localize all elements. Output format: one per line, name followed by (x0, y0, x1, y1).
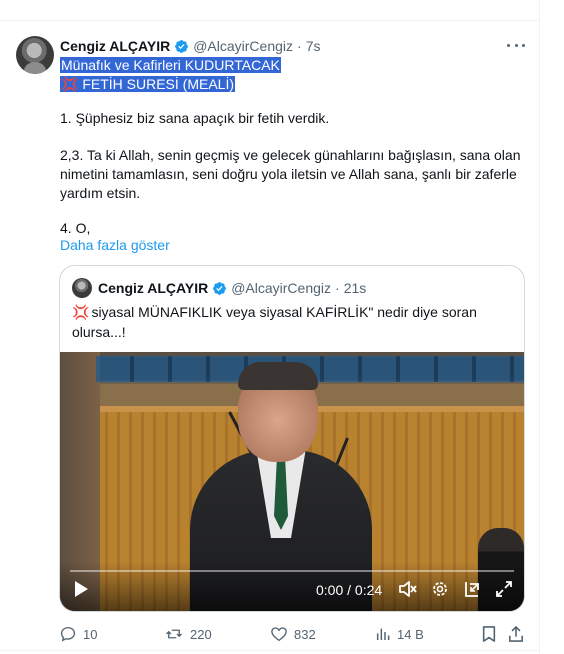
tweet-header: Cengiz ALÇAYIR @AlcayirCengiz · 7s (60, 37, 320, 55)
post-text-line: 2,3. Ta ki Allah, senin geçmiş ve gelece… (60, 147, 521, 163)
post-text-line: 1. Şüphesiz biz sana apaçık bir fetih ve… (60, 110, 330, 126)
more-options-icon[interactable] (507, 38, 525, 52)
show-more-link[interactable]: Daha fazla göster (60, 236, 170, 255)
video-time-display: 0:00 / 0:24 (316, 582, 383, 598)
settings-gear-icon[interactable] (429, 579, 451, 599)
share-button[interactable] (508, 624, 530, 644)
view-count: 14 B (397, 626, 424, 642)
anger-symbol-icon: 💢 (61, 76, 79, 92)
quoted-timestamp[interactable]: 21s (344, 280, 367, 296)
post-text-line: Münafık ve Kafirleri KUDURTACAK (60, 56, 281, 75)
share-icon (508, 626, 524, 642)
like-button[interactable]: 832 (270, 624, 316, 644)
video-player[interactable]: 0:00 / 0:24 (60, 352, 524, 611)
selected-text-part: FETİH SURESİ (MEALİ) (82, 76, 235, 92)
analytics-icon (376, 628, 390, 640)
bookmark-button[interactable] (481, 624, 503, 644)
separator-dot: · (297, 38, 302, 54)
picture-in-picture-icon[interactable] (461, 579, 483, 599)
repost-count: 220 (190, 626, 212, 642)
verified-badge-icon (175, 39, 189, 53)
video-frame-detail (238, 362, 318, 390)
play-icon[interactable] (70, 579, 92, 599)
timestamp[interactable]: 7s (306, 38, 321, 54)
reply-icon (60, 626, 76, 642)
post-text-line: yardım etsin. (60, 185, 141, 201)
author-handle[interactable]: @AlcayirCengiz (193, 38, 293, 54)
quoted-text-line: siyasal MÜNAFIKLIK veya siyasal KAFİRLİK… (91, 304, 477, 320)
volume-muted-icon[interactable] (397, 579, 419, 599)
post-text-line: nimetini tamamlasın, seni doğru yola ile… (60, 166, 517, 182)
fullscreen-icon[interactable] (493, 579, 515, 599)
quoted-tweet[interactable]: Cengiz ALÇAYIR @AlcayirCengiz · 21s 💢 siy… (59, 265, 525, 612)
quoted-tweet-text: 💢 siyasal MÜNAFIKLIK veya siyasal KAFİRLİ… (72, 302, 512, 342)
author-name[interactable]: Cengiz ALÇAYIR (60, 38, 170, 54)
action-bar: 10 220 832 14 B (59, 624, 525, 644)
quoted-avatar[interactable] (72, 278, 92, 298)
tweet-card[interactable]: Cengiz ALÇAYIR @AlcayirCengiz · 7s Münaf… (0, 0, 540, 654)
quoted-tweet-header: Cengiz ALÇAYIR @AlcayirCengiz · 21s (72, 278, 366, 298)
selected-text: Münafık ve Kafirleri KUDURTACAK (60, 57, 281, 73)
repost-button[interactable]: 220 (164, 624, 212, 644)
quoted-author-handle[interactable]: @AlcayirCengiz (231, 280, 331, 296)
quoted-text-line: olursa...! (72, 324, 126, 340)
divider (0, 20, 540, 21)
reply-count: 10 (83, 626, 98, 642)
reply-button[interactable]: 10 (59, 624, 97, 644)
bookmark-icon (482, 626, 496, 642)
quoted-author-name[interactable]: Cengiz ALÇAYIR (98, 280, 208, 296)
divider (0, 650, 540, 651)
post-text-line: 💢 FETİH SURESİ (MEALİ) (60, 75, 236, 94)
verified-badge-icon (213, 281, 227, 295)
video-progress-bar[interactable] (70, 570, 514, 572)
avatar[interactable] (16, 36, 54, 74)
anger-symbol-icon: 💢 (72, 304, 90, 320)
heart-icon (271, 627, 287, 642)
views-button[interactable]: 14 B (375, 624, 424, 644)
separator-dot: · (335, 280, 340, 296)
repost-icon (166, 629, 182, 639)
like-count: 832 (294, 626, 316, 642)
selected-text: 💢 FETİH SURESİ (MEALİ) (60, 76, 236, 92)
